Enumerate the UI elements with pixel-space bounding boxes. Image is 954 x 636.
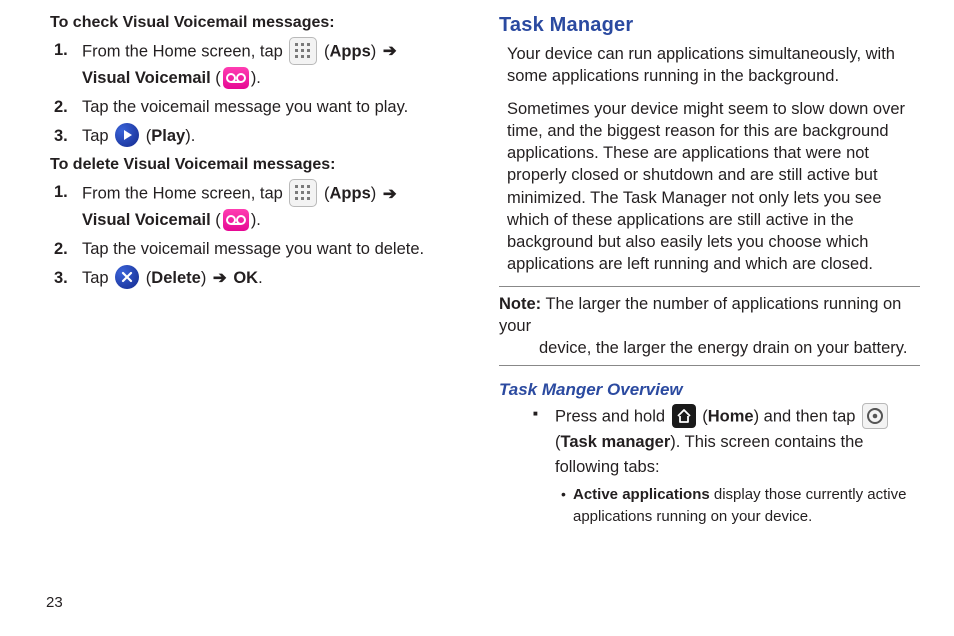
page-number: 23 bbox=[46, 594, 63, 611]
step: 3. Tap (Delete) ➔ OK. bbox=[82, 266, 455, 291]
vvm-label: Visual Voicemail bbox=[82, 69, 211, 87]
task-manager-label: Task manager bbox=[561, 433, 671, 451]
play-icon bbox=[115, 123, 139, 147]
note-text: The larger the number of applications ru… bbox=[499, 295, 901, 335]
step-text: Tap the voicemail message you want to pl… bbox=[82, 98, 408, 116]
tabs-list: Active applications display those curren… bbox=[555, 484, 920, 528]
manual-page: To check Visual Voicemail messages: 1. F… bbox=[0, 0, 954, 580]
step: 2. Tap the voicemail message you want to… bbox=[82, 95, 455, 120]
note-text: device, the larger the energy drain on y… bbox=[499, 337, 920, 359]
voicemail-icon bbox=[223, 67, 249, 89]
overview-list: Press and hold (Home) and then tap bbox=[499, 404, 920, 527]
paragraph: Sometimes your device might seem to slow… bbox=[507, 98, 920, 276]
vvm-label: Visual Voicemail bbox=[82, 211, 211, 229]
step: 1. From the Home screen, tap (Apps) ➔ Vi… bbox=[82, 38, 455, 91]
step-text: Tap bbox=[82, 269, 113, 287]
check-vvm-steps: 1. From the Home screen, tap (Apps) ➔ Vi… bbox=[34, 38, 455, 148]
step: 1. From the Home screen, tap (Apps) ➔ Vi… bbox=[82, 180, 455, 233]
arrow-icon: ➔ bbox=[211, 269, 229, 287]
paragraph: Your device can run applications simulta… bbox=[507, 43, 920, 88]
task-manager-overview-heading: Task Manger Overview bbox=[499, 380, 920, 400]
step-text: Tap the voicemail message you want to de… bbox=[82, 240, 424, 258]
task-manager-heading: Task Manager bbox=[499, 14, 920, 37]
left-column: To check Visual Voicemail messages: 1. F… bbox=[34, 14, 477, 580]
list-item: Active applications display those curren… bbox=[573, 484, 920, 528]
apps-icon bbox=[289, 179, 317, 207]
arrow-icon: ➔ bbox=[381, 42, 399, 60]
active-apps-label: Active applications bbox=[573, 486, 710, 503]
apps-icon bbox=[289, 37, 317, 65]
step-text: From the Home screen, tap bbox=[82, 42, 287, 60]
delete-label: Delete bbox=[151, 269, 201, 287]
apps-label: Apps bbox=[330, 42, 371, 60]
step-text: From the Home screen, tap bbox=[82, 185, 287, 203]
home-label: Home bbox=[708, 408, 754, 426]
text: and then tap bbox=[759, 408, 860, 426]
play-label: Play bbox=[151, 127, 185, 145]
task-manager-icon bbox=[862, 403, 888, 429]
check-vvm-heading: To check Visual Voicemail messages: bbox=[50, 14, 455, 32]
note-label: Note: bbox=[499, 295, 541, 313]
step: 3. Tap (Play). bbox=[82, 124, 455, 149]
note-box: Note: The larger the number of applicati… bbox=[499, 286, 920, 367]
delete-icon bbox=[115, 265, 139, 289]
delete-vvm-heading: To delete Visual Voicemail messages: bbox=[50, 156, 455, 174]
arrow-icon: ➔ bbox=[381, 185, 399, 203]
text: Press and hold bbox=[555, 408, 670, 426]
apps-label: Apps bbox=[330, 185, 371, 203]
voicemail-icon bbox=[223, 209, 249, 231]
ok-label: OK bbox=[233, 269, 258, 287]
step-text: Tap bbox=[82, 127, 113, 145]
step: 2. Tap the voicemail message you want to… bbox=[82, 237, 455, 262]
delete-vvm-steps: 1. From the Home screen, tap (Apps) ➔ Vi… bbox=[34, 180, 455, 290]
list-item: Press and hold (Home) and then tap bbox=[555, 404, 920, 527]
right-column: Task Manager Your device can run applica… bbox=[477, 14, 920, 580]
home-icon bbox=[672, 404, 696, 428]
